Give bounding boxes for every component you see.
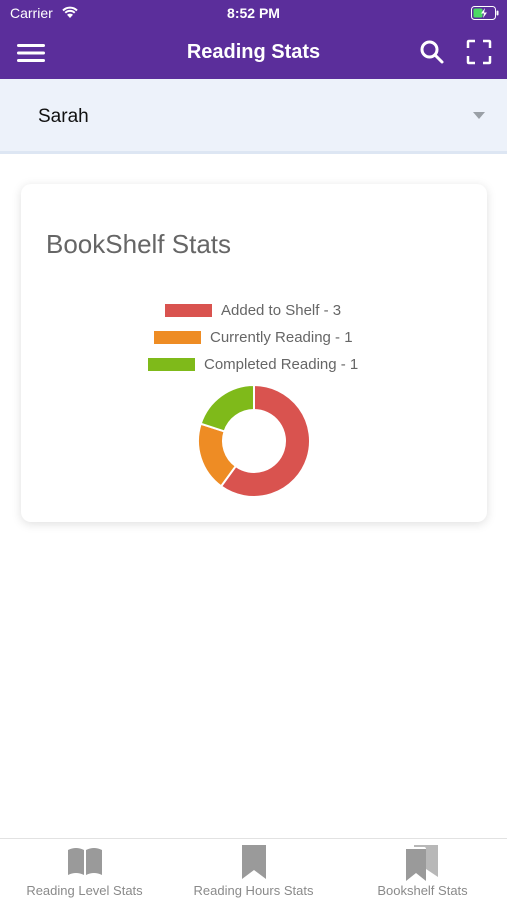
bookmark-icon bbox=[242, 845, 266, 879]
legend-label-added: Added to Shelf - 3 bbox=[221, 302, 342, 319]
legend-swatch-added bbox=[165, 304, 212, 317]
open-book-icon bbox=[68, 848, 102, 875]
stacked-bookmarks-icon bbox=[406, 845, 438, 881]
card-title: BookShelf Stats bbox=[46, 229, 231, 259]
bookshelf-stats-card: BookShelf Stats Added to Shelf - 3 Curre… bbox=[21, 184, 487, 522]
tab-label-reading-hours: Reading Hours Stats bbox=[193, 883, 314, 898]
tab-reading-hours-stats[interactable]: Reading Hours Stats bbox=[169, 839, 338, 900]
legend-swatch-completed bbox=[148, 358, 195, 371]
selected-student: Sarah bbox=[38, 106, 89, 127]
nav-bar: Reading Stats bbox=[0, 28, 507, 79]
tab-bookshelf-stats[interactable]: Bookshelf Stats bbox=[338, 839, 507, 900]
legend-item-added-to-shelf[interactable]: Added to Shelf - 3 bbox=[165, 302, 341, 319]
status-bar: Carrier 8:52 PM bbox=[0, 0, 507, 28]
battery-charging-icon bbox=[471, 6, 499, 20]
dropdown-arrow-icon bbox=[473, 112, 485, 119]
bottom-tab-bar: Reading Level Stats Reading Hours Stats … bbox=[0, 838, 507, 900]
bookshelf-donut-chart bbox=[197, 384, 311, 498]
app-header: Carrier 8:52 PM Reading Stats bbox=[0, 0, 507, 79]
tab-reading-level-stats[interactable]: Reading Level Stats bbox=[0, 839, 169, 900]
donut-slice-completed-reading[interactable] bbox=[199, 384, 255, 433]
legend-item-completed-reading[interactable]: Completed Reading - 1 bbox=[148, 356, 358, 373]
legend-label-completed: Completed Reading - 1 bbox=[204, 356, 359, 373]
tab-label-reading-level: Reading Level Stats bbox=[26, 883, 143, 898]
legend-label-current: Currently Reading - 1 bbox=[210, 329, 353, 346]
fullscreen-icon[interactable] bbox=[466, 39, 492, 65]
legend-item-currently-reading[interactable]: Currently Reading - 1 bbox=[154, 329, 353, 346]
tab-label-bookshelf: Bookshelf Stats bbox=[377, 883, 468, 898]
legend-swatch-current bbox=[154, 331, 201, 344]
search-icon[interactable] bbox=[419, 39, 445, 65]
student-dropdown[interactable]: Sarah bbox=[0, 79, 507, 154]
status-time: 8:52 PM bbox=[227, 5, 280, 21]
